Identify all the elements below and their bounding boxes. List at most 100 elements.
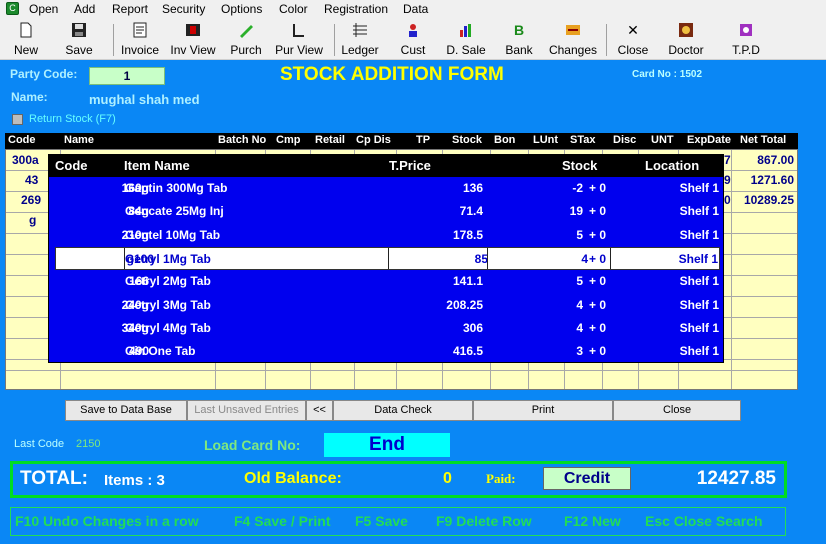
popup-cell-location: Shelf 1 (679, 297, 719, 312)
return-stock-label: Return Stock (F7) (29, 113, 116, 125)
col-retail[interactable]: Retail (315, 134, 345, 146)
toolbar-invoice-button[interactable]: Invoice (118, 21, 162, 57)
grid-cell-code[interactable]: 269 (21, 193, 41, 207)
popup-row[interactable]: 160g Gaptin 300Mg Tab 136 -2 + 0 Shelf 1 (49, 177, 723, 200)
shortcut-save-print: F4 Save / Print (234, 513, 331, 529)
col-disc[interactable]: Disc (613, 134, 636, 146)
toolbar-save-button[interactable]: Save (58, 21, 100, 57)
col-cmp[interactable]: Cmp (276, 134, 300, 146)
menu-options[interactable]: Options (221, 2, 262, 16)
purchase-view-icon (291, 22, 307, 38)
items-count: Items : 3 (104, 472, 165, 489)
party-code-field[interactable]: 1 (89, 67, 165, 85)
toolbar-cust-button[interactable]: Cust (394, 21, 432, 57)
paid-mode-field[interactable]: Credit (543, 467, 631, 490)
col-unt[interactable]: UNT (651, 134, 674, 146)
col-cp-dis[interactable]: Cp Dis (356, 134, 391, 146)
shortcut-new: F12 New (564, 513, 621, 529)
toolbar-purch-button[interactable]: Purch (226, 21, 266, 57)
popup-row[interactable]: 210g Gentel 10Mg Tab 178.5 5 + 0 Shelf 1 (49, 224, 723, 247)
menu-registration[interactable]: Registration (324, 2, 388, 16)
toolbar-label: T.P.D (732, 43, 760, 57)
popup-cell-item-name: Getryl 2Mg Tab (125, 274, 211, 289)
col-batch-no[interactable]: Batch No (218, 134, 266, 146)
popup-col-stock: Stock (562, 158, 598, 173)
toolbar-bank-button[interactable]: B Bank (500, 21, 538, 57)
menu-color[interactable]: Color (279, 2, 308, 16)
popup-cell-bonus: + 0 (589, 251, 607, 266)
col-name[interactable]: Name (64, 134, 94, 146)
last-unsaved-entries-button[interactable]: Last Unsaved Entries (187, 400, 306, 421)
col-expdate[interactable]: ExpDate (687, 134, 731, 146)
toolbar-changes-button[interactable]: Changes (546, 21, 600, 57)
popup-row[interactable]: 340g Getryl 4Mg Tab 306 4 + 0 Shelf 1 (49, 317, 723, 340)
popup-cell-bonus: + 0 (589, 181, 607, 195)
new-document-icon (18, 22, 34, 38)
grid-cell-expdate[interactable]: 7 (724, 153, 731, 167)
toolbar-label: Purch (230, 43, 262, 57)
party-name-field[interactable]: mughal shah med (89, 92, 200, 107)
shortcut-delete-row: F9 Delete Row (436, 513, 532, 529)
grid-cell-code[interactable]: 43 (25, 173, 38, 187)
toolbar-tpd-button[interactable]: T.P.D (726, 21, 766, 57)
paid-label: Paid: (486, 471, 516, 486)
grid-cell-net-total[interactable]: 1271.60 (751, 173, 794, 187)
save-disk-icon (71, 22, 87, 38)
popup-cell-bonus: + 0 (589, 227, 607, 242)
last-code-label: Last Code (14, 438, 65, 450)
col-lunt[interactable]: LUnt (533, 134, 558, 146)
old-balance-label: Old Balance: (244, 470, 342, 487)
menu-add[interactable]: Add (74, 2, 95, 16)
menu-open[interactable]: Open (29, 2, 58, 16)
col-stock[interactable]: Stock (452, 134, 482, 146)
popup-cell-item-name: Getryl 4Mg Tab (125, 320, 211, 335)
popup-row[interactable]: 84g Gencate 25Mg Inj 71.4 19 + 0 Shelf 1 (49, 200, 723, 223)
grid-cell-net-total[interactable]: 867.00 (757, 153, 794, 167)
popup-cell-divider (610, 247, 611, 269)
toolbar-doctor-button[interactable]: Doctor (664, 21, 708, 57)
shortcut-bar: F10 Undo Changes in a row F4 Save / Prin… (10, 507, 786, 536)
toolbar-ledger-button[interactable]: Ledger (338, 21, 382, 57)
grid-cell-code[interactable]: 300a (12, 153, 39, 167)
popup-row[interactable]: 240g Getryl 3Mg Tab 208.25 4 + 0 Shelf 1 (49, 294, 723, 317)
popup-cell-tprice: 208.25 (446, 297, 483, 312)
menu-data[interactable]: Data (403, 2, 428, 16)
data-check-button[interactable]: Data Check (333, 400, 473, 421)
col-net-total[interactable]: Net Total (740, 134, 786, 146)
save-to-database-button[interactable]: Save to Data Base (65, 400, 187, 421)
menu-security[interactable]: Security (162, 2, 205, 16)
toolbar: New Save Invoice Inv View Purch Pur View… (0, 18, 826, 60)
grid-cell-expdate[interactable]: 0 (724, 193, 731, 207)
grid-cell-expdate[interactable]: 9 (724, 173, 731, 187)
toolbar-inv-view-button[interactable]: Inv View (168, 21, 218, 57)
popup-row[interactable]: 490 Gin One Tab 416.5 3 + 0 Shelf 1 (49, 340, 723, 363)
popup-cell-location: Shelf 1 (679, 344, 719, 359)
toolbar-pur-view-button[interactable]: Pur View (272, 21, 326, 57)
toolbar-separator (606, 24, 607, 56)
close-button[interactable]: Close (613, 400, 741, 421)
col-code[interactable]: Code (8, 134, 36, 146)
popup-cell-stock: 4 (576, 297, 583, 312)
col-bon[interactable]: Bon (494, 134, 515, 146)
toolbar-d-sale-button[interactable]: D. Sale (444, 21, 488, 57)
print-button[interactable]: Print (473, 400, 613, 421)
toolbar-label: Cust (400, 43, 426, 57)
load-card-field[interactable]: End (324, 433, 450, 457)
toolbar-new-button[interactable]: New (6, 21, 46, 57)
grid-cell-net-total[interactable]: 10289.25 (744, 193, 794, 207)
grid-cell-code[interactable]: g (29, 213, 36, 227)
toolbar-close-button[interactable]: ✕ Close (614, 21, 652, 57)
grid-row-line (6, 370, 797, 371)
popup-row[interactable]: 166 Getryl 2Mg Tab 141.1 5 + 0 Shelf 1 (49, 270, 723, 293)
item-search-popup[interactable]: Code Item Name T.Price Stock Location 16… (48, 154, 724, 363)
return-stock-checkbox[interactable] (12, 114, 23, 125)
popup-cell-item-name: Gentel 10Mg Tab (125, 227, 221, 242)
shortcut-save: F5 Save (355, 513, 408, 529)
menu-report[interactable]: Report (112, 2, 148, 16)
col-tp[interactable]: TP (416, 134, 430, 146)
previous-button[interactable]: << (306, 400, 333, 421)
col-stax[interactable]: STax (570, 134, 595, 146)
app-icon[interactable]: C (6, 2, 19, 15)
popup-row-selected[interactable]: g100 Getryl 1Mg Tab 85 4 + 0 Shelf 1 (55, 246, 720, 270)
popup-cell-tprice: 416.5 (452, 344, 483, 359)
